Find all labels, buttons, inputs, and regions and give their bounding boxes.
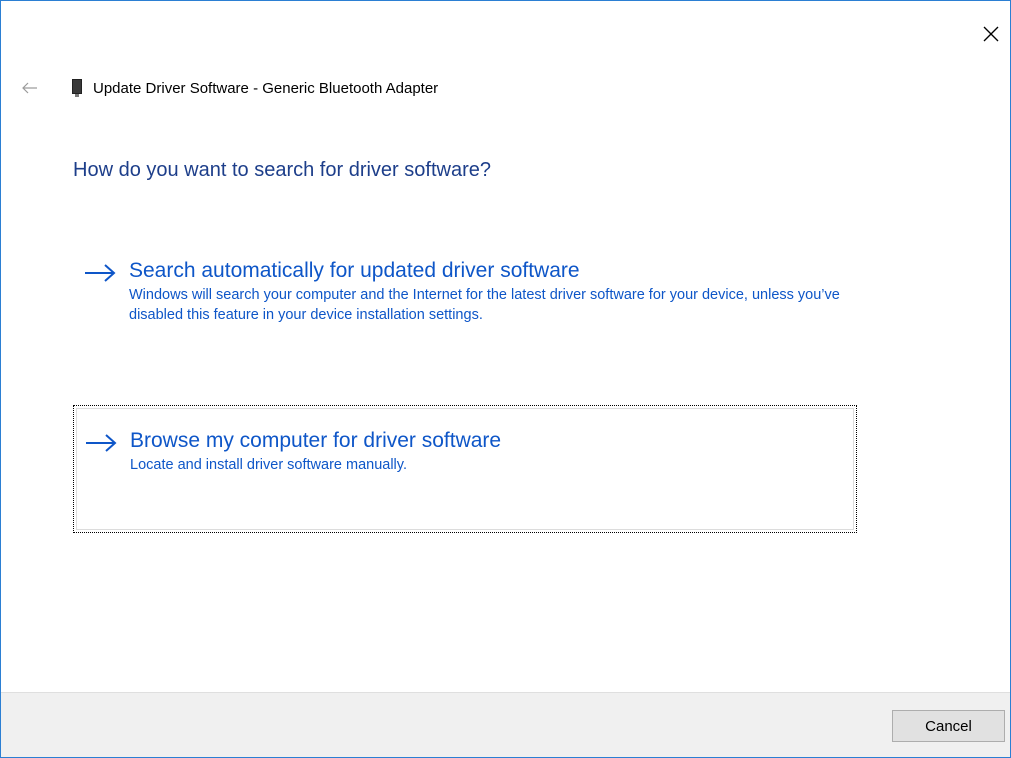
page-heading: How do you want to search for driver sof…	[73, 159, 491, 181]
close-icon	[983, 26, 999, 42]
search-automatically-option[interactable]: Search automatically for updated driver …	[73, 249, 857, 373]
back-arrow-icon[interactable]	[21, 79, 39, 97]
option-text: Search automatically for updated driver …	[129, 257, 849, 325]
option-row: Search automatically for updated driver …	[83, 257, 849, 325]
browse-computer-description: Locate and install driver software manua…	[130, 457, 407, 473]
browse-computer-option[interactable]: Browse my computer for driver software L…	[73, 405, 857, 533]
window-title: Update Driver Software - Generic Bluetoo…	[93, 79, 439, 97]
option-text: Browse my computer for driver software L…	[130, 427, 850, 475]
dialog-footer: Cancel	[1, 692, 1010, 757]
search-automatically-title: Search automatically for updated driver …	[129, 259, 580, 282]
close-button[interactable]	[976, 19, 1006, 49]
bluetooth-adapter-icon	[72, 79, 82, 97]
arrow-right-icon	[85, 264, 116, 282]
header: Update Driver Software - Generic Bluetoo…	[21, 77, 438, 99]
search-automatically-description: Windows will search your computer and th…	[129, 287, 840, 323]
cancel-button[interactable]: Cancel	[892, 710, 1005, 742]
option-row: Browse my computer for driver software L…	[84, 427, 850, 475]
update-driver-window: Update Driver Software - Generic Bluetoo…	[0, 0, 1011, 758]
browse-computer-title: Browse my computer for driver software	[130, 429, 502, 452]
arrow-right-icon	[86, 434, 117, 452]
